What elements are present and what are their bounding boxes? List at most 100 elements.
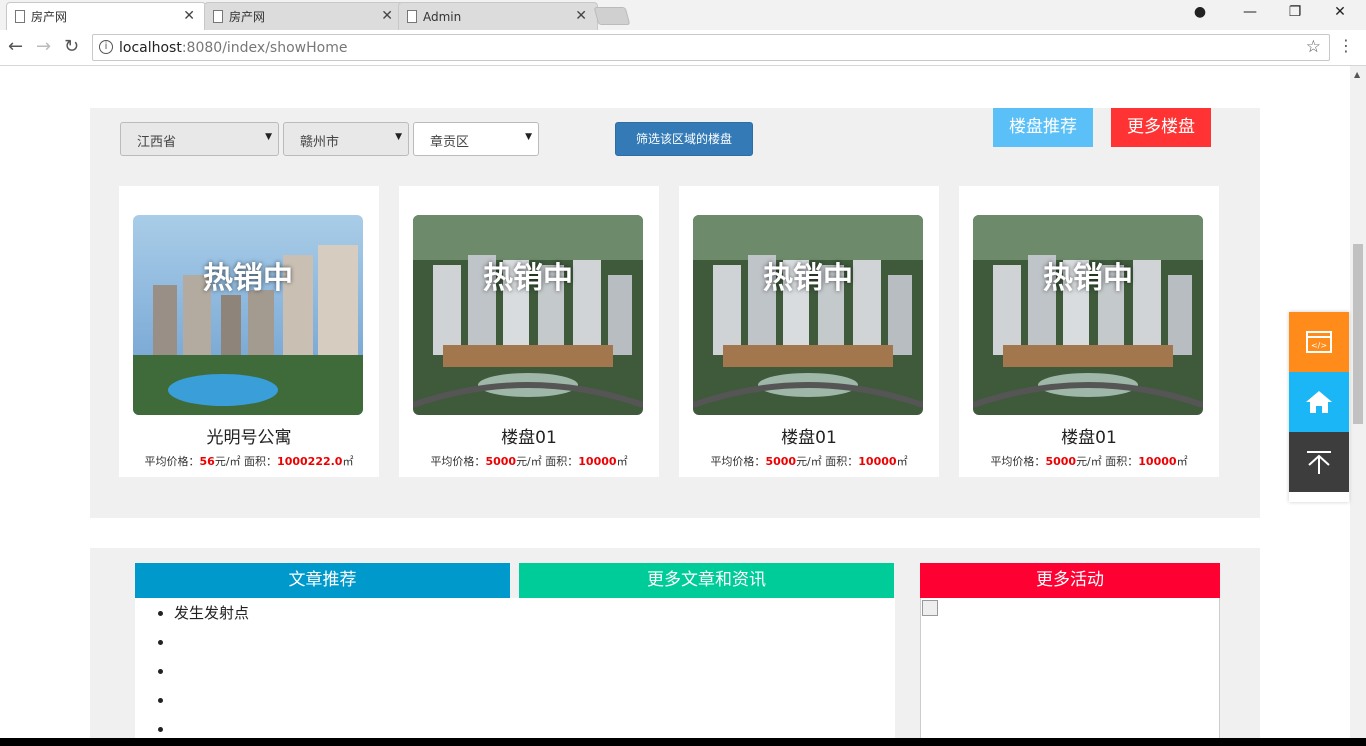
- dropdown-arrow-icon: ▼: [525, 132, 532, 142]
- reload-icon[interactable]: ↻: [64, 36, 79, 57]
- more-articles-button[interactable]: 更多文章和资讯: [519, 563, 894, 598]
- listing-info: 平均价格：5000元/㎡ 面积：10000㎡: [959, 453, 1219, 469]
- price-value: 5000: [485, 455, 517, 468]
- area-unit: ㎡: [342, 455, 354, 468]
- listing-card[interactable]: 热销中 楼盘01 平均价格：5000元/㎡ 面积：10000㎡: [399, 186, 659, 477]
- info-icon[interactable]: i: [99, 40, 113, 54]
- price-value: 56: [199, 455, 215, 468]
- listing-image[interactable]: 热销中: [693, 215, 923, 415]
- article-list: 发生发射点: [135, 598, 895, 746]
- page-icon: [407, 10, 417, 23]
- more-listings-button[interactable]: 更多楼盘: [1111, 108, 1211, 147]
- city-select[interactable]: 赣州市 ▼: [283, 122, 409, 156]
- district-select[interactable]: 章贡区 ▼: [413, 122, 539, 156]
- hot-sale-badge: 热销中: [203, 261, 293, 296]
- article-item[interactable]: [174, 688, 895, 717]
- price-value: 5000: [1045, 455, 1077, 468]
- code-icon[interactable]: </>: [1289, 312, 1349, 372]
- scrollbar-thumb[interactable]: [1353, 244, 1363, 424]
- tab-title: Admin: [423, 9, 462, 24]
- area-unit: ㎡: [1176, 455, 1188, 468]
- article-item[interactable]: 发生发射点: [174, 601, 895, 630]
- listing-image[interactable]: 热销中: [133, 215, 363, 415]
- area-unit: ㎡: [616, 455, 628, 468]
- listing-card[interactable]: 热销中 楼盘01 平均价格：5000元/㎡ 面积：10000㎡: [679, 186, 939, 477]
- listing-info: 平均价格：56元/㎡ 面积：1000222.0㎡: [119, 453, 379, 469]
- close-window-icon[interactable]: ✕: [1330, 4, 1350, 20]
- home-icon[interactable]: [1289, 372, 1349, 432]
- price-label: 平均价格：: [990, 455, 1046, 468]
- address-bar: ← → ↻ i localhost:8080/index/showHome ☆ …: [0, 30, 1366, 66]
- listing-card[interactable]: 热销中 光明号公寓 平均价格：56元/㎡ 面积：1000222.0㎡: [119, 186, 379, 477]
- listing-info: 平均价格：5000元/㎡ 面积：10000㎡: [679, 453, 939, 469]
- article-item[interactable]: [174, 659, 895, 688]
- browser-tab-3[interactable]: Admin ✕: [398, 2, 598, 30]
- tab-title: 房产网: [229, 10, 266, 24]
- svg-text:</>: </>: [1311, 341, 1327, 350]
- broken-image-icon[interactable]: [922, 600, 938, 616]
- hot-sale-badge: 热销中: [483, 261, 573, 296]
- hot-sale-badge: 热销中: [1043, 261, 1133, 296]
- minimize-icon[interactable]: —: [1240, 4, 1260, 20]
- filter-button[interactable]: 筛选该区域的楼盘: [615, 122, 753, 156]
- area-value: 10000: [1138, 455, 1177, 468]
- more-activities-button[interactable]: 更多活动: [920, 563, 1220, 598]
- listing-name[interactable]: 光明号公寓: [119, 423, 379, 448]
- dropdown-arrow-icon: ▼: [265, 132, 272, 142]
- url-path: :8080/index/showHome: [181, 39, 348, 56]
- browser-tab-2[interactable]: 房产网 ✕: [204, 2, 404, 30]
- listing-name[interactable]: 楼盘01: [679, 423, 939, 448]
- close-tab-icon[interactable]: ✕: [183, 8, 195, 24]
- listing-card[interactable]: 热销中 楼盘01 平均价格：5000元/㎡ 面积：10000㎡: [959, 186, 1219, 477]
- forward-icon[interactable]: →: [36, 36, 51, 57]
- price-unit: 元/㎡: [796, 455, 822, 468]
- listing-name[interactable]: 楼盘01: [399, 423, 659, 448]
- recommend-button[interactable]: 楼盘推荐: [993, 108, 1093, 147]
- listing-info: 平均价格：5000元/㎡ 面积：10000㎡: [399, 453, 659, 469]
- url-host: localhost: [119, 39, 182, 56]
- scroll-up-icon[interactable]: ▲: [1354, 70, 1360, 79]
- articles-panel: 文章推荐 更多文章和资讯 更多活动 发生发射点: [90, 548, 1260, 746]
- area-label: 面积：: [541, 455, 579, 468]
- listing-panel: 江西省 ▼ 赣州市 ▼ 章贡区 ▼ 筛选该区域的楼盘 楼盘推荐 更多楼盘 热销中…: [90, 108, 1260, 518]
- page-icon: [213, 10, 223, 23]
- tab-strip: 房产网 ✕ 房产网 ✕ Admin ✕ ● — ❐ ✕: [0, 0, 1366, 30]
- article-item[interactable]: [174, 630, 895, 659]
- side-toolbar: </>: [1289, 312, 1349, 502]
- back-to-top-icon[interactable]: [1289, 432, 1349, 492]
- scrollbar[interactable]: ▲: [1350, 66, 1366, 746]
- area-label: 面积：: [240, 455, 278, 468]
- price-label: 平均价格：: [710, 455, 766, 468]
- activity-box: [920, 598, 1220, 746]
- area-value: 1000222.0: [277, 455, 343, 468]
- area-value: 10000: [578, 455, 617, 468]
- area-value: 10000: [858, 455, 897, 468]
- price-unit: 元/㎡: [214, 455, 241, 468]
- area-label: 面积：: [821, 455, 859, 468]
- district-value: 章贡区: [430, 135, 470, 150]
- back-icon[interactable]: ←: [8, 36, 23, 57]
- bookmark-star-icon[interactable]: ☆: [1306, 37, 1321, 57]
- listing-image[interactable]: 热销中: [973, 215, 1203, 415]
- new-tab-button[interactable]: [593, 7, 631, 25]
- close-tab-icon[interactable]: ✕: [381, 8, 393, 24]
- listing-name[interactable]: 楼盘01: [959, 423, 1219, 448]
- province-select[interactable]: 江西省 ▼: [120, 122, 279, 156]
- profile-icon[interactable]: ●: [1190, 4, 1210, 20]
- price-unit: 元/㎡: [516, 455, 542, 468]
- dropdown-arrow-icon: ▼: [395, 132, 402, 142]
- price-label: 平均价格：: [430, 455, 486, 468]
- page-icon: [15, 10, 25, 23]
- listing-image[interactable]: 热销中: [413, 215, 643, 415]
- price-label: 平均价格：: [144, 455, 200, 468]
- tab-title: 房产网: [31, 10, 68, 24]
- url-input[interactable]: i localhost:8080/index/showHome ☆: [92, 34, 1330, 61]
- browser-tab-1[interactable]: 房产网 ✕: [6, 2, 206, 30]
- restore-icon[interactable]: ❐: [1285, 4, 1305, 20]
- city-value: 赣州市: [300, 135, 340, 150]
- area-label: 面积：: [1101, 455, 1139, 468]
- price-unit: 元/㎡: [1076, 455, 1102, 468]
- browser-menu-icon[interactable]: ⋮: [1338, 36, 1354, 55]
- article-recommend-header: 文章推荐: [135, 563, 510, 598]
- close-tab-icon[interactable]: ✕: [575, 8, 587, 24]
